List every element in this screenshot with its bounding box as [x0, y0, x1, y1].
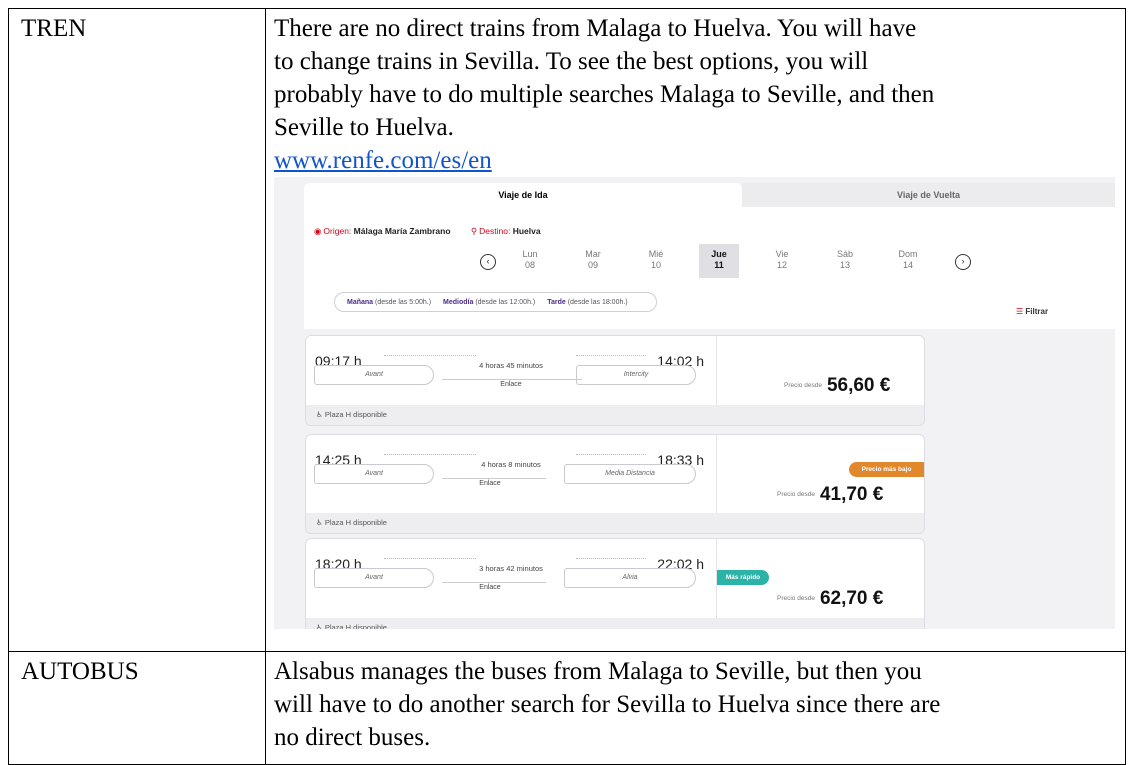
day-name: Lun [522, 249, 538, 259]
day-name: Sáb [836, 249, 853, 259]
day-name: Dom [898, 249, 918, 259]
day-08[interactable]: Lun 08 [510, 244, 550, 278]
price-value: Precio desde 62,70 € [777, 588, 884, 609]
text-line: to change trains in Sevilla. To see the … [274, 48, 869, 75]
trip-badge: Más rápido [717, 570, 769, 585]
search-panel: ◉ Origen: Málaga María Zambrano ⚲ Destino:… [304, 207, 1115, 329]
tab-viaje-vuelta[interactable]: Viaje de Vuelta [742, 183, 1115, 207]
trip-details: 09:17 h 14:02 h 4 horas 45 minutos Avant… [306, 336, 716, 425]
origen-value: Málaga María Zambrano [353, 226, 451, 236]
renfe-link[interactable]: www.renfe.com/es/en [274, 147, 492, 174]
text-line: will have to do another search for Sevil… [274, 691, 941, 718]
train-type-2: Intercity [576, 365, 696, 385]
trip-card[interactable]: 09:17 h 14:02 h 4 horas 45 minutos Avant… [305, 335, 925, 426]
trip-card[interactable]: 14:25 h 18:33 h 4 horas 8 minutos Avant … [305, 434, 925, 534]
trip-details: 18:20 h 22:02 h 3 horas 42 minutos Avant… [306, 539, 716, 629]
table-row-tren: TREN There are no direct trains from Mal… [8, 8, 1126, 652]
day-12[interactable]: Vie 12 [762, 244, 802, 278]
filter-mediodia[interactable]: Mediodía (desde las 12:00h.) [443, 299, 535, 306]
filter-tarde[interactable]: Tarde (desde las 18:00h.) [547, 299, 627, 306]
day-number: 14 [902, 260, 913, 270]
day-number: 13 [839, 260, 850, 270]
day-11[interactable]: Jue 11 [699, 244, 739, 278]
filter-manana[interactable]: Mañana (desde las 5:00h.) [347, 299, 431, 306]
trip-badge: Precio más bajo [849, 462, 924, 477]
trip-card[interactable]: 18:20 h 22:02 h 3 horas 42 minutos Avant… [305, 538, 925, 629]
plaza-h-info: ♿ Plaza H disponible [306, 405, 924, 425]
plaza-h-info: ♿ Plaza H disponible [306, 513, 924, 533]
trip-details: 14:25 h 18:33 h 4 horas 8 minutos Avant … [306, 435, 716, 526]
row-label-autobus: AUTOBUS [8, 651, 266, 765]
accessibility-icon: ♿ [316, 623, 323, 629]
text-line: Seville to Huelva. [274, 114, 454, 141]
day-09[interactable]: Mar 09 [573, 244, 613, 278]
table-row-autobus: AUTOBUS Alsabus manages the buses from M… [8, 651, 1126, 765]
destino-key: Destino: [479, 226, 511, 236]
text-line: There are no direct trains from Malaga t… [274, 15, 917, 42]
info-table: TREN There are no direct trains from Mal… [8, 8, 1126, 765]
train-type-1: Avant [314, 365, 434, 385]
origin-radio-icon: ◉ [314, 226, 322, 236]
day-name: Mar [585, 249, 601, 259]
chevron-left-icon[interactable]: ‹ [480, 254, 496, 270]
origen-key: Origen: [323, 226, 352, 236]
train-type-1: Avant [314, 464, 434, 484]
filter-icon: ☰ [1016, 307, 1024, 316]
day-number: 11 [714, 260, 724, 270]
time-filters: Mañana (desde las 5:00h.) Mediodía (desd… [334, 292, 657, 312]
tab-viaje-ida[interactable]: Viaje de Ida [304, 183, 742, 207]
accessibility-icon: ♿ [316, 410, 323, 419]
plaza-h-info: ♿ Plaza H disponible [306, 618, 924, 629]
day-name: Mié [648, 249, 664, 259]
renfe-screenshot: Viaje de Ida Viaje de Vuelta ◉ Origen: Má… [274, 177, 1115, 629]
chevron-right-icon[interactable]: › [955, 254, 971, 270]
text-line: no direct buses. [274, 724, 431, 751]
filtrar-button[interactable]: ☰ Filtrar [1016, 295, 1048, 328]
row-label-tren: TREN [8, 8, 266, 652]
destination-pin-icon: ⚲ [470, 226, 478, 236]
day-number: 09 [587, 260, 598, 270]
row-content-autobus: Alsabus manages the buses from Malaga to… [265, 651, 1126, 765]
train-type-2: Media Distancia [564, 464, 696, 484]
destino-value: Huelva [512, 226, 541, 236]
price-value: Precio desde 41,70 € [777, 484, 884, 505]
day-13[interactable]: Sáb 13 [825, 244, 865, 278]
route-info: ◉ Origen: Málaga María Zambrano ⚲ Destino:… [314, 215, 541, 248]
day-name: Vie [775, 249, 789, 259]
train-type-2: Alvia [564, 568, 696, 588]
row-content-tren: There are no direct trains from Malaga t… [265, 8, 1126, 652]
day-14[interactable]: Dom 14 [888, 244, 928, 278]
day-number: 12 [776, 260, 787, 270]
day-number: 08 [524, 260, 535, 270]
train-type-1: Avant [314, 568, 434, 588]
text-line: probably have to do multiple searches Ma… [274, 81, 935, 108]
text-line: Alsabus manages the buses from Malaga to… [274, 658, 922, 685]
day-number: 10 [650, 260, 661, 270]
day-name: Jue [711, 249, 727, 259]
price-value: Precio desde 56,60 € [784, 375, 891, 396]
accessibility-icon: ♿ [316, 518, 323, 527]
day-10[interactable]: Mié 10 [636, 244, 676, 278]
